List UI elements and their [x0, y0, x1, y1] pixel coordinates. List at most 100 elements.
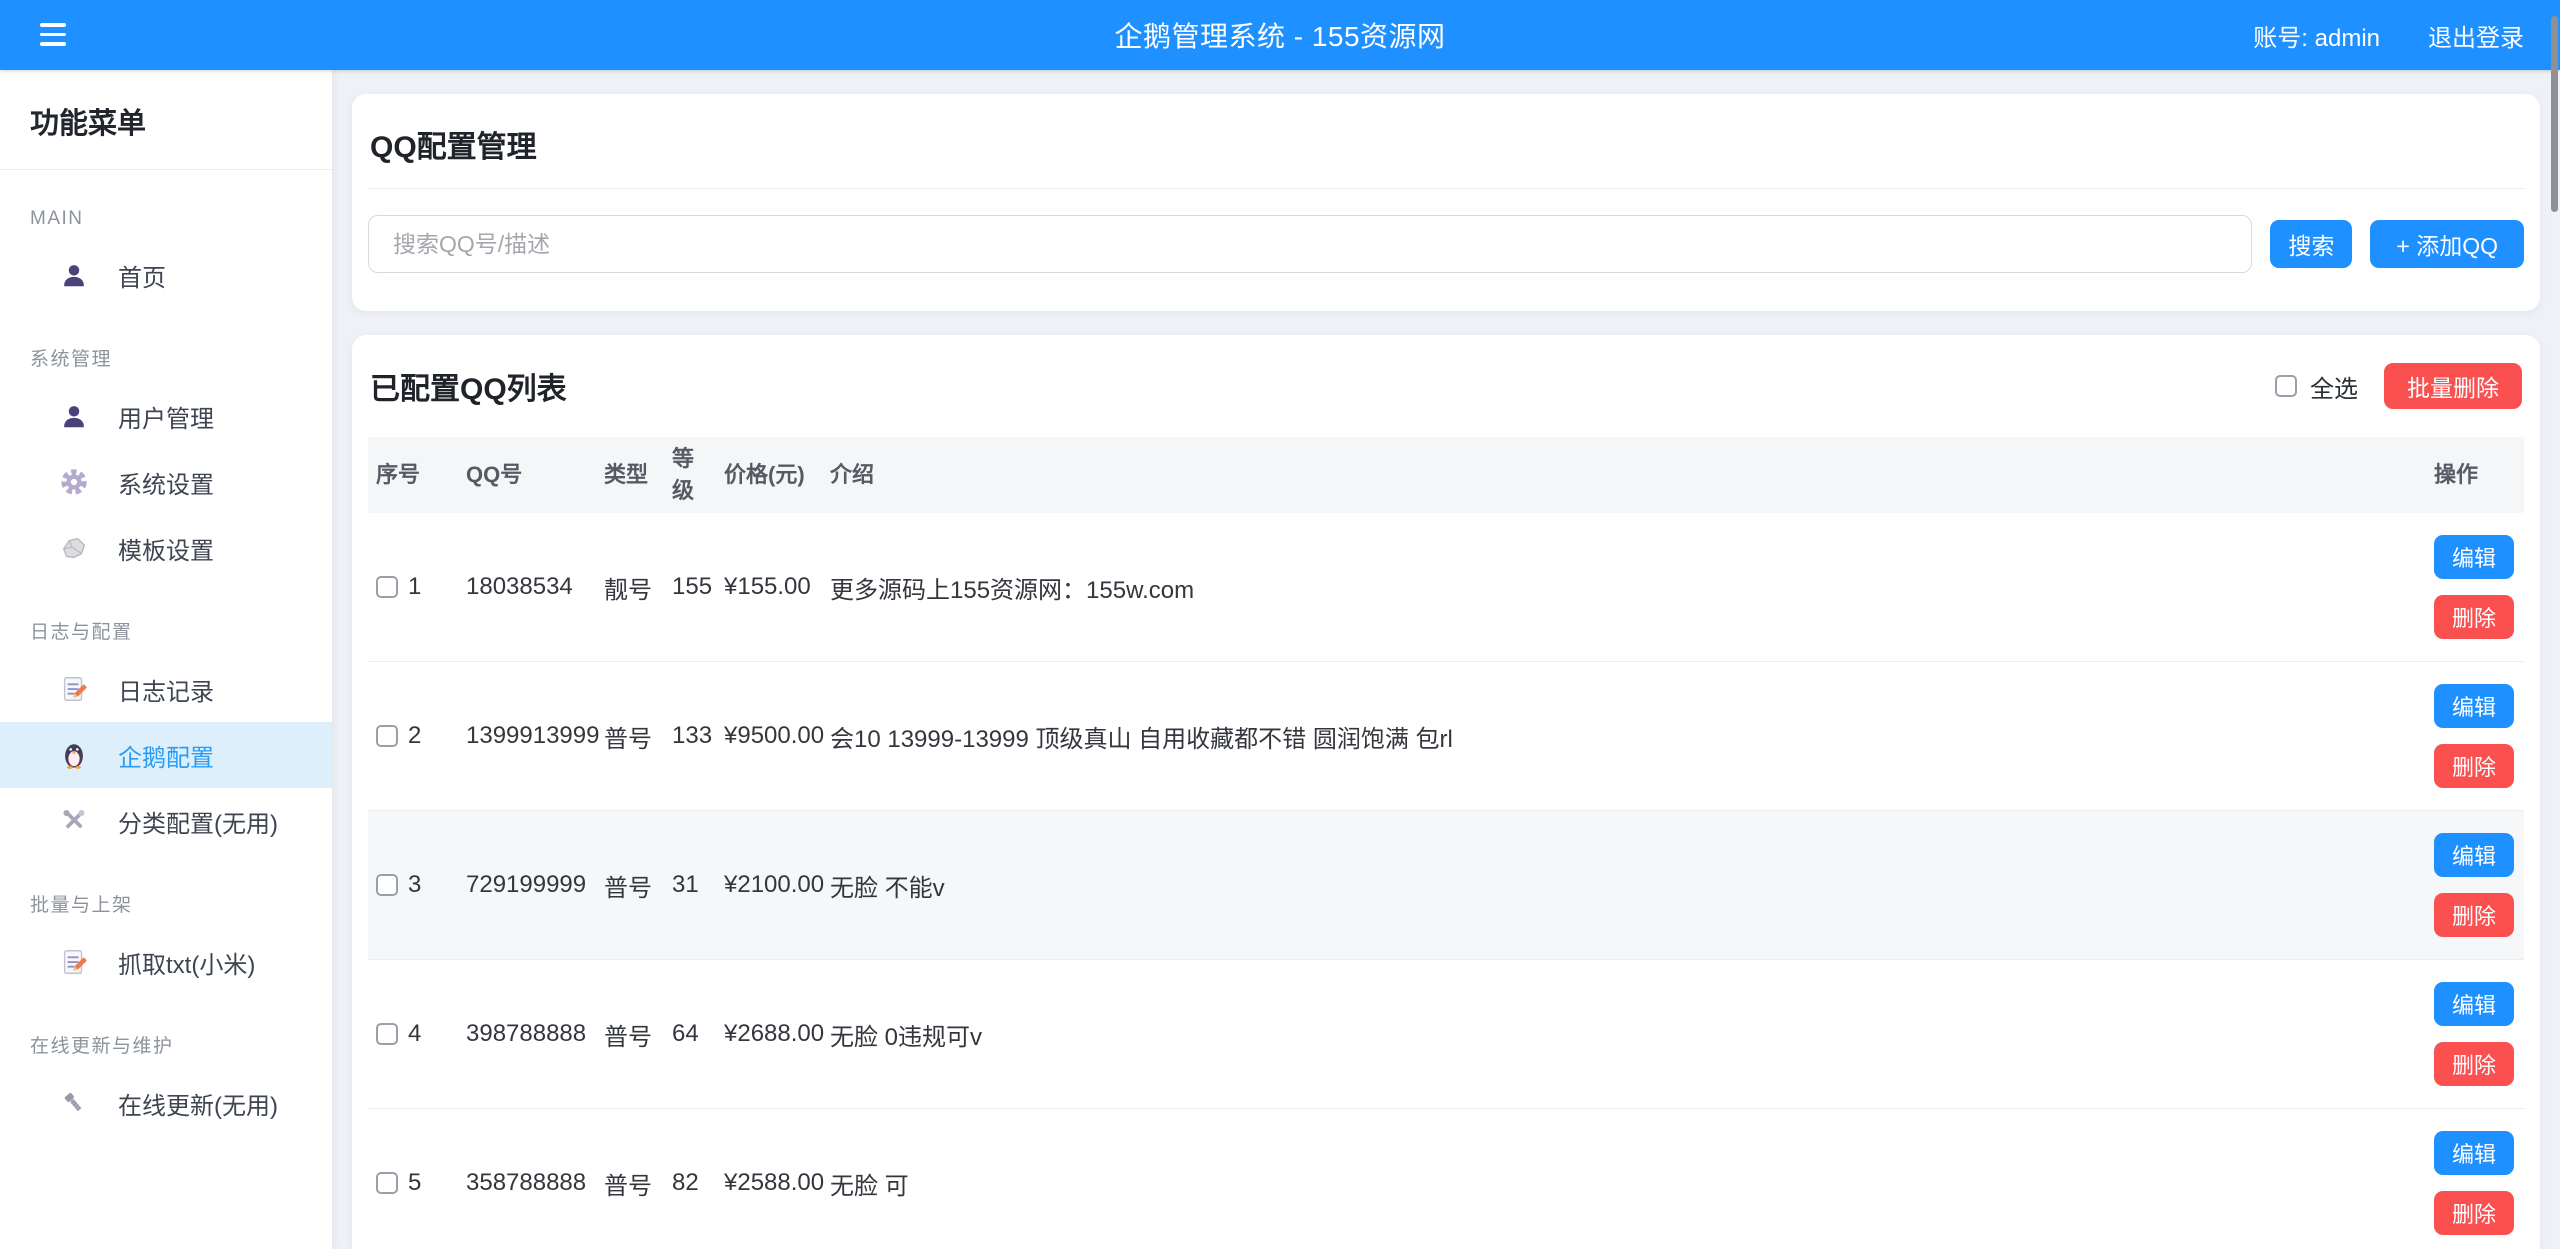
sidebar-item-label: 在线更新(无用) [118, 1086, 278, 1121]
row-checkbox[interactable] [376, 725, 398, 747]
sidebar: 功能菜单 MAIN首页系统管理用户管理系统设置模板设置日志与配置日志记录企鹅配置… [0, 70, 332, 1249]
column-header: 类型 [596, 459, 664, 491]
row-level: 82 [664, 1169, 716, 1197]
sidebar-item-category-config[interactable]: 分类配置(无用) [0, 788, 332, 854]
row-actions-cell: 编辑删除 [2426, 960, 2524, 1108]
sidebar-item-home[interactable]: 首页 [0, 242, 332, 308]
row-checkbox[interactable] [376, 1023, 398, 1045]
row-index-cell: 2 [368, 722, 458, 750]
sidebar-section-label: 批量与上架 [0, 890, 332, 917]
sidebar-section-label: MAIN [0, 208, 332, 230]
search-input[interactable] [368, 215, 2252, 273]
row-level: 31 [664, 871, 716, 899]
add-qq-button[interactable]: + 添加QQ [2370, 220, 2524, 268]
search-button[interactable]: 搜索 [2270, 220, 2352, 268]
row-actions-cell: 编辑删除 [2426, 513, 2524, 661]
row-qq-number: 358788888 [458, 1169, 596, 1197]
row-actions-cell: 编辑删除 [2426, 662, 2524, 810]
sidebar-item-label: 用户管理 [118, 399, 214, 434]
sidebar-item-log-records[interactable]: 日志记录 [0, 656, 332, 722]
row-description: 更多源码上155资源网：155w.com [822, 570, 2426, 605]
app-title: 企鹅管理系统 - 155资源网 [1114, 15, 1445, 55]
row-price: ¥9500.00 [716, 722, 822, 750]
batch-delete-button[interactable]: 批量删除 [2384, 363, 2522, 409]
table-row: 21399913999普号133¥9500.00会10 13999-13999 … [368, 662, 2524, 811]
row-type: 靓号 [596, 570, 664, 605]
sidebar-section: 日志与配置日志记录企鹅配置分类配置(无用) [0, 617, 332, 854]
row-type: 普号 [596, 868, 664, 903]
row-index: 4 [408, 1020, 421, 1048]
sidebar-item-label: 分类配置(无用) [118, 804, 278, 839]
row-qq-number: 729199999 [458, 871, 596, 899]
sidebar-item-label: 抓取txt(小米) [118, 945, 255, 980]
column-header: 序号 [368, 459, 458, 491]
delete-button[interactable]: 删除 [2434, 595, 2514, 639]
row-actions-cell: 编辑删除 [2426, 1109, 2524, 1249]
logout-link[interactable]: 退出登录 [2428, 18, 2524, 53]
row-index-cell: 1 [368, 573, 458, 601]
row-index-cell: 5 [368, 1169, 458, 1197]
sidebar-section-label: 在线更新与维护 [0, 1031, 332, 1058]
memo-icon [58, 673, 90, 705]
row-index: 2 [408, 722, 421, 750]
row-checkbox[interactable] [376, 874, 398, 896]
row-type: 普号 [596, 1017, 664, 1052]
row-index: 1 [408, 573, 421, 601]
sidebar-item-online-update[interactable]: 在线更新(无用) [0, 1070, 332, 1136]
sidebar-item-system-settings[interactable]: 系统设置 [0, 449, 332, 515]
row-qq-number: 1399913999 [458, 722, 596, 750]
row-price: ¥2688.00 [716, 1020, 822, 1048]
penguin-icon [58, 739, 90, 771]
row-checkbox[interactable] [376, 1172, 398, 1194]
sidebar-section-label: 系统管理 [0, 344, 332, 371]
sidebar-item-label: 首页 [118, 258, 166, 293]
table-row: 5358788888普号82¥2588.00无脸 可编辑删除 [368, 1109, 2524, 1249]
sidebar-item-label: 企鹅配置 [118, 738, 214, 773]
sidebar-item-user-management[interactable]: 用户管理 [0, 383, 332, 449]
column-header: 等级 [664, 443, 716, 507]
sidebar-nav: MAIN首页系统管理用户管理系统设置模板设置日志与配置日志记录企鹅配置分类配置(… [0, 170, 332, 1136]
row-checkbox[interactable] [376, 576, 398, 598]
edit-button[interactable]: 编辑 [2434, 833, 2514, 877]
sidebar-section: 系统管理用户管理系统设置模板设置 [0, 344, 332, 581]
tools-icon [58, 805, 90, 837]
sidebar-item-label: 日志记录 [118, 672, 214, 707]
row-price: ¥155.00 [716, 573, 822, 601]
edit-button[interactable]: 编辑 [2434, 982, 2514, 1026]
list-title: 已配置QQ列表 [370, 364, 2275, 408]
row-description: 会10 13999-13999 顶级真山 自用收藏都不错 圆润饱满 包rl [822, 719, 2426, 754]
page-scrollbar[interactable] [2551, 16, 2558, 212]
sidebar-section: 在线更新与维护在线更新(无用) [0, 1031, 332, 1136]
row-description: 无脸 0违规可v [822, 1017, 2426, 1052]
sidebar-item-template-settings[interactable]: 模板设置 [0, 515, 332, 581]
user-icon [58, 400, 90, 432]
row-index-cell: 3 [368, 871, 458, 899]
select-all: 全选 [2275, 369, 2358, 404]
hamburger-menu-icon[interactable] [40, 23, 66, 46]
account-label: 账号: admin [2253, 18, 2380, 53]
select-all-checkbox[interactable] [2275, 375, 2297, 397]
edit-button[interactable]: 编辑 [2434, 1131, 2514, 1175]
row-level: 64 [664, 1020, 716, 1048]
table-body: 118038534靓号155¥155.00更多源码上155资源网：155w.co… [368, 513, 2524, 1249]
sidebar-item-grab-txt[interactable]: 抓取txt(小米) [0, 929, 332, 995]
row-type: 普号 [596, 719, 664, 754]
sidebar-item-label: 系统设置 [118, 465, 214, 500]
row-type: 普号 [596, 1166, 664, 1201]
row-qq-number: 398788888 [458, 1020, 596, 1048]
select-all-label: 全选 [2310, 369, 2358, 404]
edit-button[interactable]: 编辑 [2434, 684, 2514, 728]
row-index-cell: 4 [368, 1020, 458, 1048]
delete-button[interactable]: 删除 [2434, 744, 2514, 788]
delete-button[interactable]: 删除 [2434, 893, 2514, 937]
sidebar-item-penguin-config[interactable]: 企鹅配置 [0, 722, 332, 788]
column-header: 介绍 [822, 459, 2426, 491]
memo-icon [58, 946, 90, 978]
edit-button[interactable]: 编辑 [2434, 535, 2514, 579]
top-header: 企鹅管理系统 - 155资源网 账号: admin 退出登录 [0, 0, 2560, 70]
delete-button[interactable]: 删除 [2434, 1191, 2514, 1235]
row-qq-number: 18038534 [458, 573, 596, 601]
delete-button[interactable]: 删除 [2434, 1042, 2514, 1086]
panel-title: QQ配置管理 [368, 122, 2524, 189]
bolt-icon [58, 1087, 90, 1119]
